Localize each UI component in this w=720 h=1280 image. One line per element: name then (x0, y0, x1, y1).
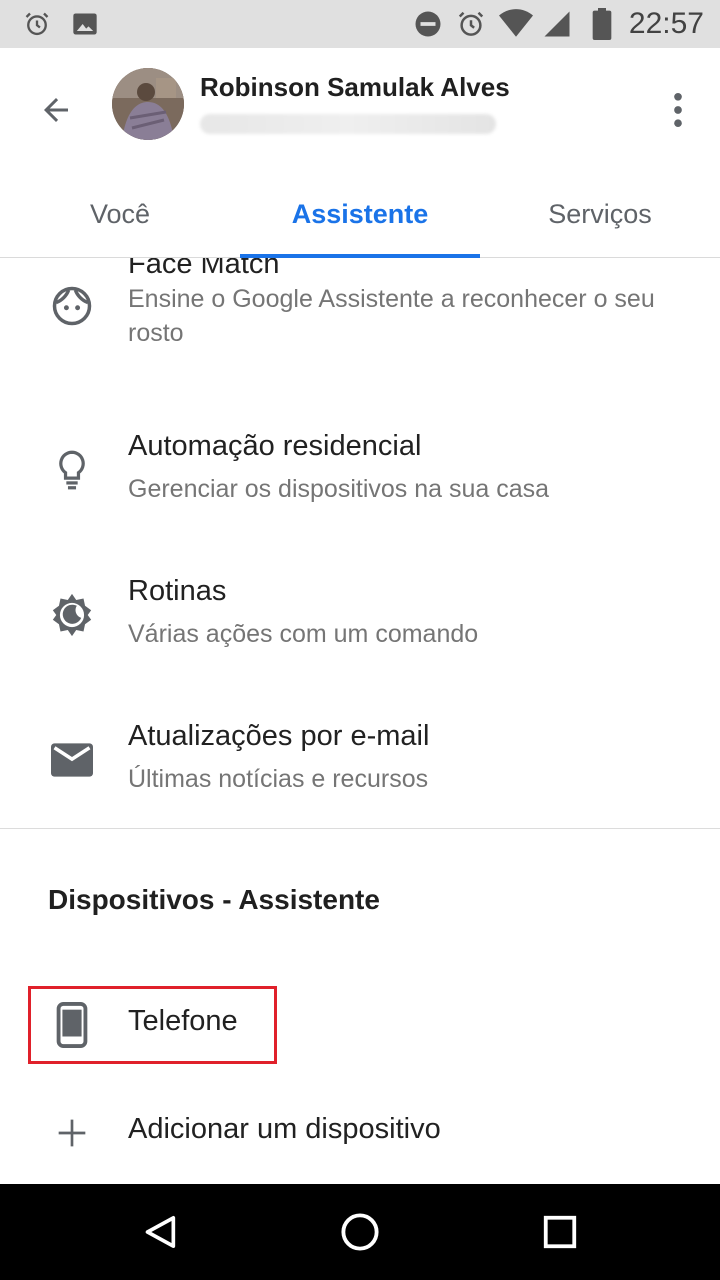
tab-assistente[interactable]: Assistente (240, 170, 480, 258)
more-vert-icon (674, 92, 682, 128)
nav-recents-button[interactable] (536, 1208, 584, 1256)
setting-title: Face Match (128, 258, 280, 280)
tab-bar: Você Assistente Serviços (0, 170, 720, 258)
wifi-icon (498, 8, 534, 40)
tab-voce[interactable]: Você (0, 170, 240, 258)
signal-icon (540, 8, 574, 40)
section-divider (0, 828, 720, 829)
profile-photo (112, 68, 184, 140)
setting-face-match[interactable]: Face Match Ensine o Google Assistente a … (0, 258, 720, 368)
back-arrow-icon (44, 98, 68, 122)
setting-email-updates[interactable]: Atualizações por e-mail Últimas notícias… (0, 708, 720, 818)
system-nav-bar (0, 1184, 720, 1280)
highlight-box (28, 986, 277, 1064)
alarm-icon (455, 8, 487, 40)
email-icon (48, 736, 96, 784)
status-bar: 22:57 (0, 0, 720, 48)
nav-home-button[interactable] (336, 1208, 384, 1256)
setting-title: Atualizações por e-mail (128, 720, 430, 752)
add-device-button[interactable]: Adicionar um dispositivo (0, 1093, 720, 1173)
setting-subtitle: Ensine o Google Assistente a reconhecer … (128, 285, 655, 347)
settings-list: Face Match Ensine o Google Assistente a … (0, 258, 720, 1184)
alarm-icon (22, 8, 52, 40)
clock-time: 22:57 (628, 7, 704, 40)
overflow-menu-button[interactable] (658, 82, 698, 138)
avatar[interactable] (112, 68, 184, 140)
nav-back-button[interactable] (136, 1208, 184, 1256)
device-label: Adicionar um dispositivo (128, 1113, 441, 1145)
lightbulb-icon (48, 446, 96, 494)
face-icon (48, 282, 96, 330)
setting-title: Rotinas (128, 575, 227, 607)
setting-subtitle: Últimas notícias e recursos (128, 765, 429, 793)
do-not-disturb-icon (412, 8, 444, 40)
account-header: Robinson Samulak Alves Você Assistente S… (0, 48, 720, 258)
add-icon (48, 1109, 96, 1157)
devices-section-title: Dispositivos - Assistente (48, 884, 380, 915)
setting-subtitle: Gerenciar os dispositivos na sua casa (128, 475, 550, 503)
setting-routines[interactable]: Rotinas Várias ações com um comando (0, 563, 720, 673)
battery-icon (590, 8, 614, 40)
back-button[interactable] (28, 82, 84, 138)
image-icon (70, 8, 100, 40)
circle-home-icon (341, 1213, 379, 1251)
setting-subtitle: Várias ações com um comando (128, 620, 479, 648)
square-recents-icon (543, 1215, 577, 1249)
setting-title: Automação residencial (128, 430, 422, 462)
account-name: Robinson Samulak Alves (200, 72, 510, 102)
tab-servicos[interactable]: Serviços (480, 170, 720, 258)
setting-home-automation[interactable]: Automação residencial Gerenciar os dispo… (0, 418, 720, 528)
account-email-blurred (200, 114, 496, 134)
triangle-back-icon (145, 1216, 176, 1248)
routines-icon (48, 591, 96, 639)
